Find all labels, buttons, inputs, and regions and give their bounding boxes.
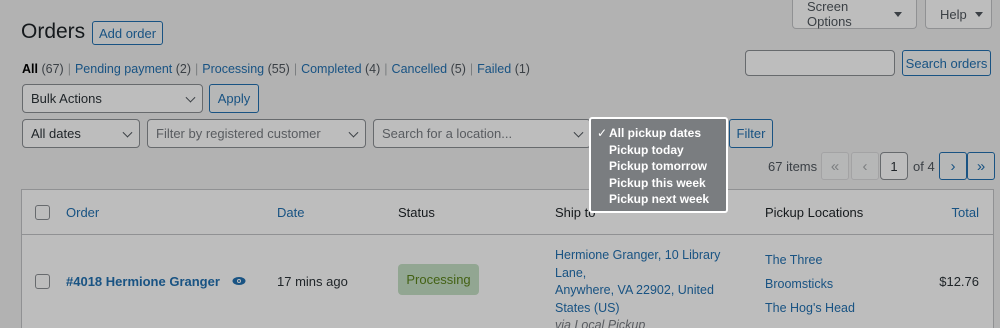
pickup-option-all[interactable]: ✓ All pickup dates [591, 125, 726, 142]
dim-overlay [0, 0, 1000, 328]
pickup-dates-dropdown[interactable]: ✓ All pickup dates Pickup today Pickup to… [589, 117, 728, 213]
pickup-option-today[interactable]: Pickup today [591, 142, 726, 159]
orders-screen: Screen Options Help Orders Add order All… [0, 0, 1000, 328]
checkmark-icon: ✓ [597, 126, 608, 140]
pickup-option-this-week[interactable]: Pickup this week [591, 175, 726, 192]
pickup-option-next-week[interactable]: Pickup next week [591, 191, 726, 208]
pickup-option-tomorrow[interactable]: Pickup tomorrow [591, 158, 726, 175]
